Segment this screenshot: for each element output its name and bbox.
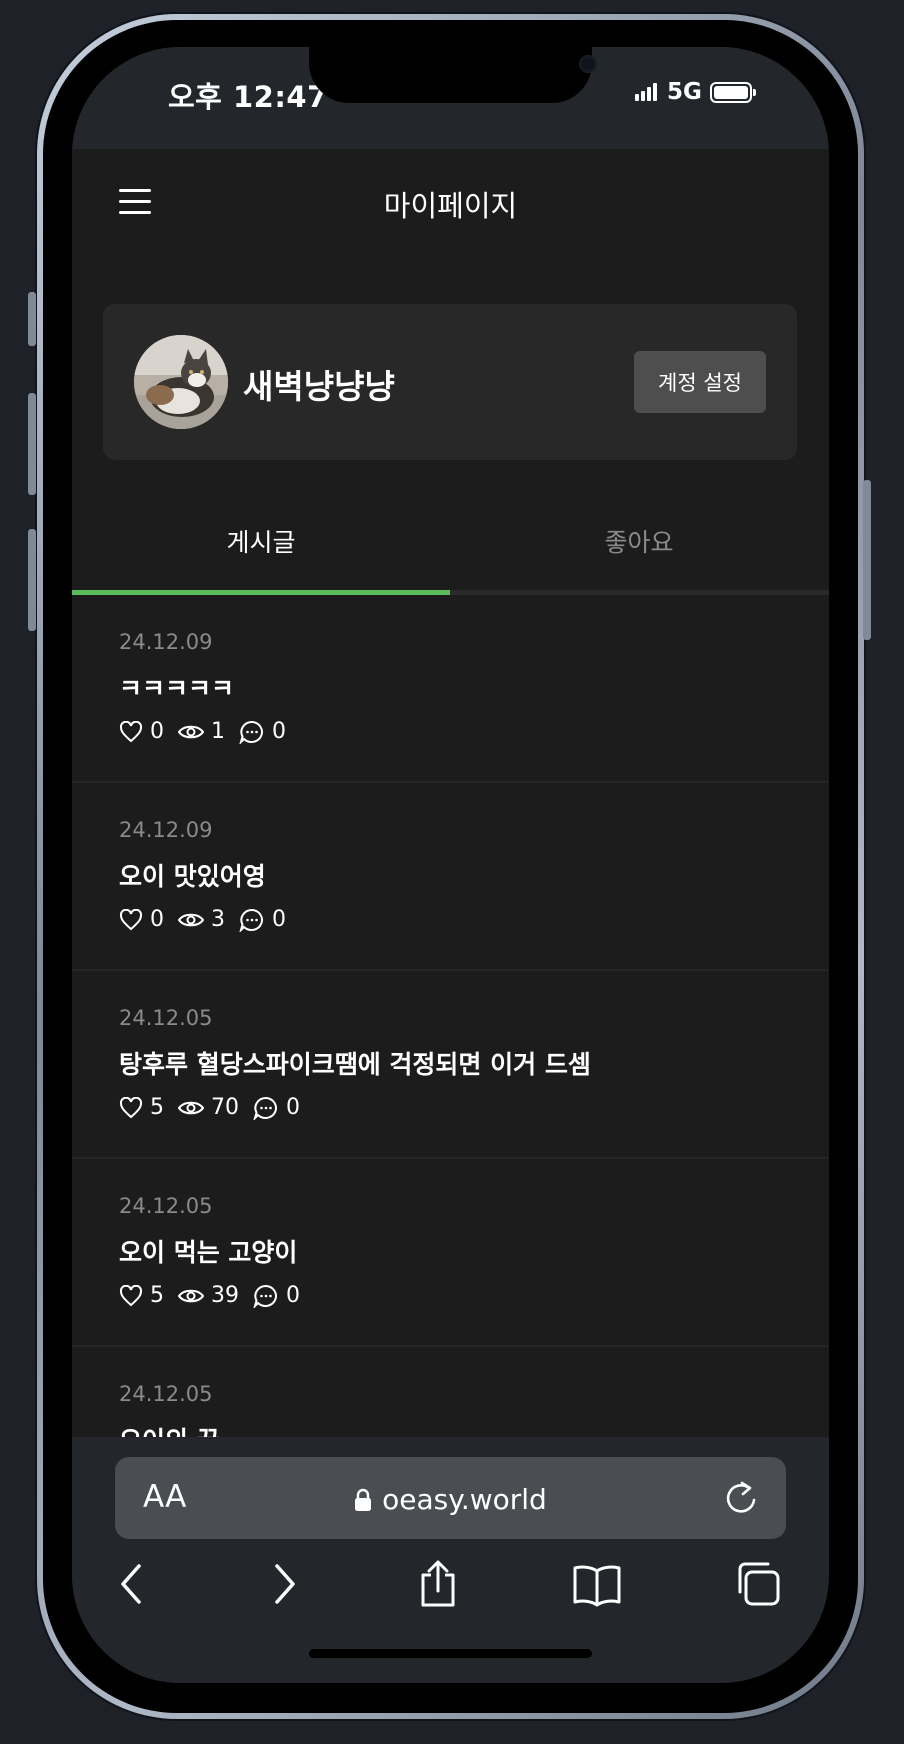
network-type: 5G bbox=[667, 79, 702, 105]
comments-stat: 0 bbox=[239, 907, 286, 932]
views-stat: 3 bbox=[178, 907, 225, 932]
eye-icon bbox=[178, 1101, 204, 1114]
home-indicator bbox=[309, 1649, 592, 1658]
mute-switch bbox=[28, 292, 36, 346]
likes-stat: 0 bbox=[119, 907, 164, 932]
post-stats: 0 1 0 bbox=[119, 719, 300, 744]
cat-avatar-icon bbox=[134, 335, 228, 429]
page-title: 마이페이지 bbox=[383, 189, 518, 223]
views-stat: 39 bbox=[178, 1283, 239, 1308]
post-stats: 5 39 0 bbox=[119, 1283, 314, 1308]
likes-count: 5 bbox=[150, 1283, 164, 1308]
share-icon[interactable] bbox=[417, 1559, 459, 1613]
reload-icon[interactable] bbox=[723, 1479, 759, 1521]
phone-screen: 오후 12:47 5G 마이페이지 새벽냥냥냥 계정 설정 게시글 좋아요 24… bbox=[72, 47, 829, 1683]
post-title: 오이 먹는 고양이 bbox=[119, 1238, 298, 1267]
eye-icon bbox=[178, 913, 204, 926]
likes-count: 0 bbox=[150, 907, 164, 932]
avatar[interactable] bbox=[134, 335, 228, 429]
url-display: oeasy.world bbox=[115, 1483, 786, 1516]
tabs-icon[interactable] bbox=[735, 1559, 781, 1613]
url-text: oeasy.world bbox=[382, 1483, 547, 1516]
comment-icon bbox=[239, 908, 263, 932]
comments-stat: 0 bbox=[239, 719, 286, 744]
eye-icon bbox=[178, 1289, 204, 1302]
post-stats: 5 70 0 bbox=[119, 1095, 314, 1120]
back-icon[interactable] bbox=[117, 1559, 147, 1613]
bookmarks-icon[interactable] bbox=[572, 1559, 622, 1613]
post-stats: 0 3 0 bbox=[119, 907, 300, 932]
volume-down-button bbox=[28, 529, 36, 631]
account-settings-button[interactable]: 계정 설정 bbox=[634, 351, 766, 413]
comments-count: 0 bbox=[286, 1095, 300, 1120]
tab-posts[interactable]: 게시글 bbox=[72, 492, 450, 590]
comments-count: 0 bbox=[272, 907, 286, 932]
tab-likes[interactable]: 좋아요 bbox=[450, 492, 828, 590]
forward-icon[interactable] bbox=[269, 1559, 299, 1613]
likes-stat: 5 bbox=[119, 1283, 164, 1308]
views-count: 39 bbox=[211, 1283, 239, 1308]
address-bar[interactable]: AA oeasy.world bbox=[115, 1457, 786, 1539]
status-indicators: 5G bbox=[635, 79, 756, 105]
post-date: 24.12.09 bbox=[119, 818, 213, 842]
post-title: 오이 맛있어영 bbox=[119, 862, 266, 891]
power-button bbox=[863, 480, 871, 640]
likes-stat: 5 bbox=[119, 1095, 164, 1120]
notch bbox=[309, 47, 597, 103]
profile-card: 새벽냥냥냥 계정 설정 bbox=[103, 304, 797, 460]
post-item[interactable]: 24.12.09 ㅋㅋㅋㅋㅋ 0 1 0 bbox=[72, 595, 829, 783]
status-bar: 오후 12:47 5G bbox=[72, 47, 829, 149]
views-count: 1 bbox=[211, 719, 225, 744]
comment-icon bbox=[253, 1096, 277, 1120]
likes-stat: 0 bbox=[119, 719, 164, 744]
likes-count: 5 bbox=[150, 1095, 164, 1120]
tab-bar: 게시글 좋아요 bbox=[72, 492, 829, 595]
comments-count: 0 bbox=[272, 719, 286, 744]
browser-nav-row bbox=[72, 1559, 829, 1619]
views-stat: 70 bbox=[178, 1095, 239, 1120]
likes-count: 0 bbox=[150, 719, 164, 744]
heart-icon bbox=[119, 1096, 143, 1118]
app-header: 마이페이지 bbox=[72, 149, 829, 249]
post-item[interactable]: 24.12.05 탕후루 혈당스파이크땜에 걱정되면 이거 드셈 5 70 0 bbox=[72, 971, 829, 1159]
views-count: 70 bbox=[211, 1095, 239, 1120]
comment-icon bbox=[239, 720, 263, 744]
post-date: 24.12.05 bbox=[119, 1006, 213, 1030]
heart-icon bbox=[119, 1284, 143, 1306]
post-item[interactable]: 24.12.09 오이 맛있어영 0 3 0 bbox=[72, 783, 829, 971]
username: 새벽냥냥냥 bbox=[243, 367, 395, 406]
lock-icon bbox=[355, 1488, 372, 1511]
comment-icon bbox=[253, 1284, 277, 1308]
browser-toolbar: AA oeasy.world bbox=[72, 1437, 829, 1683]
views-count: 3 bbox=[211, 907, 225, 932]
volume-up-button bbox=[28, 393, 36, 495]
views-stat: 1 bbox=[178, 719, 225, 744]
battery-icon bbox=[709, 81, 756, 103]
heart-icon bbox=[119, 720, 143, 742]
signal-strength-icon bbox=[635, 83, 657, 101]
front-camera-icon bbox=[579, 55, 597, 73]
post-title: 탕후루 혈당스파이크땜에 걱정되면 이거 드셈 bbox=[119, 1050, 591, 1079]
eye-icon bbox=[178, 725, 204, 738]
post-date: 24.12.05 bbox=[119, 1194, 213, 1218]
post-date: 24.12.05 bbox=[119, 1382, 213, 1406]
post-list: 24.12.09 ㅋㅋㅋㅋㅋ 0 1 0 24.12.09 오이 맛있어영 0 … bbox=[72, 595, 829, 1535]
post-title: ㅋㅋㅋㅋㅋ bbox=[119, 674, 235, 703]
comments-stat: 0 bbox=[253, 1283, 300, 1308]
post-date: 24.12.09 bbox=[119, 630, 213, 654]
status-time: 오후 12:47 bbox=[168, 80, 328, 114]
comments-count: 0 bbox=[286, 1283, 300, 1308]
comments-stat: 0 bbox=[253, 1095, 300, 1120]
heart-icon bbox=[119, 908, 143, 930]
post-item[interactable]: 24.12.05 오이 먹는 고양이 5 39 0 bbox=[72, 1159, 829, 1347]
